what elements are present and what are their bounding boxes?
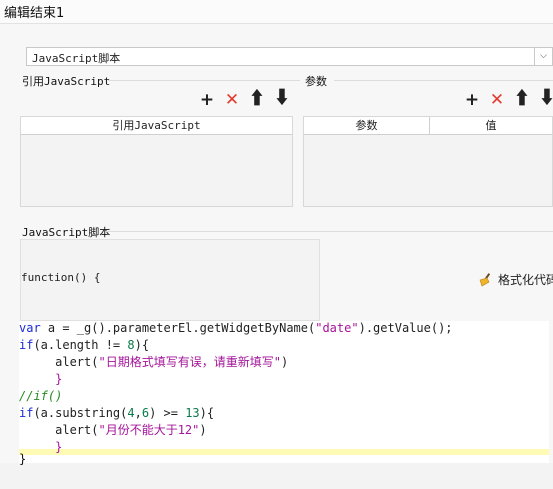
code-line[interactable]: var a = _g().parameterEl.getWidgetByName… bbox=[19, 320, 453, 337]
code-token: var bbox=[19, 321, 41, 335]
window-title: 编辑结束1 bbox=[4, 6, 65, 21]
params-divider bbox=[334, 80, 553, 81]
code-line[interactable]: //if() bbox=[19, 388, 62, 405]
script-editor-dialog: 编辑结束1 JavaScript脚本 ⌵ 引用JavaScript + ✕ 🠱 … bbox=[0, 0, 553, 489]
code-token: ) bbox=[280, 355, 289, 369]
code-token: ){ bbox=[134, 338, 150, 352]
add-icon[interactable]: + bbox=[462, 90, 482, 110]
script-divider bbox=[106, 231, 553, 232]
format-code-button[interactable]: 格式化代码 bbox=[478, 271, 553, 288]
code-line[interactable]: alert("月份不能大于12") bbox=[19, 422, 207, 439]
params-toolbar: + ✕ 🠱 🠳 bbox=[462, 89, 553, 111]
code-token: "月份不能大于12" bbox=[98, 423, 200, 437]
function-closing-brace: } bbox=[19, 452, 27, 466]
move-up-icon[interactable]: 🠱 bbox=[512, 89, 532, 110]
code-token: (a.substring( bbox=[33, 406, 128, 420]
param-column-header: 参数 bbox=[304, 117, 430, 134]
move-down-icon[interactable]: 🠳 bbox=[537, 89, 553, 110]
code-token: "日期格式填写有误，请重新填写" bbox=[98, 355, 281, 369]
chevron-down-icon[interactable]: ⌵ bbox=[534, 48, 552, 65]
params-section-label: 参数 bbox=[305, 75, 327, 88]
code-token: "date" bbox=[315, 321, 359, 335]
code-token: (a.length != bbox=[33, 338, 128, 352]
code-token: } bbox=[19, 372, 63, 386]
code-token: 13 bbox=[185, 406, 200, 420]
code-line[interactable]: alert("日期格式填写有误，请重新填写") bbox=[19, 354, 288, 371]
code-token: , bbox=[134, 406, 142, 420]
code-token: if bbox=[19, 338, 34, 352]
code-token: ) bbox=[199, 423, 207, 437]
code-line[interactable]: } bbox=[19, 371, 62, 388]
ref-js-toolbar: + ✕ 🠱 🠳 bbox=[197, 89, 292, 111]
title-bar: 编辑结束1 bbox=[0, 0, 553, 24]
function-header-box: function() { bbox=[20, 239, 320, 321]
code-token: ).getValue(); bbox=[358, 321, 453, 335]
code-token: ){ bbox=[199, 406, 215, 420]
code-token: 8 bbox=[127, 338, 135, 352]
ref-js-divider bbox=[108, 80, 300, 81]
code-token: alert( bbox=[19, 423, 99, 437]
code-token: if bbox=[19, 406, 34, 420]
add-icon[interactable]: + bbox=[197, 90, 217, 110]
format-code-label: 格式化代码 bbox=[498, 273, 553, 287]
code-token: alert( bbox=[19, 355, 99, 369]
params-table-header: 参数 值 bbox=[304, 117, 552, 135]
ref-js-list-header: 引用JavaScript bbox=[21, 117, 292, 135]
delete-icon[interactable]: ✕ bbox=[487, 90, 507, 110]
delete-icon[interactable]: ✕ bbox=[222, 90, 242, 110]
code-line[interactable]: if(a.substring(4,6) >= 13){ bbox=[19, 405, 214, 422]
script-section-label: JavaScript脚本 bbox=[22, 226, 111, 239]
code-token: a = _g().parameterEl.getWidgetByName( bbox=[40, 321, 316, 335]
code-token: ) >= bbox=[149, 406, 186, 420]
function-header: function() { bbox=[21, 271, 101, 284]
code-line[interactable]: if(a.length != 8){ bbox=[19, 337, 149, 354]
ref-js-section-label: 引用JavaScript bbox=[22, 75, 111, 88]
value-column-header: 值 bbox=[485, 119, 497, 132]
current-line-highlight bbox=[19, 449, 549, 455]
dialog-footer bbox=[0, 463, 553, 489]
ref-js-list[interactable]: 引用JavaScript bbox=[20, 116, 293, 207]
script-type-value: JavaScript脚本 bbox=[32, 52, 121, 65]
ref-js-column-header: 引用JavaScript bbox=[112, 119, 201, 132]
code-editor[interactable]: var a = _g().parameterEl.getWidgetByName… bbox=[19, 321, 549, 463]
params-table[interactable]: 参数 值 bbox=[303, 116, 553, 207]
code-token: 6 bbox=[141, 406, 150, 420]
move-up-icon[interactable]: 🠱 bbox=[247, 89, 267, 110]
broom-icon bbox=[478, 272, 494, 287]
move-down-icon[interactable]: 🠳 bbox=[272, 89, 292, 110]
script-type-select[interactable]: JavaScript脚本 ⌵ bbox=[26, 47, 553, 66]
code-token: //if() bbox=[19, 389, 63, 403]
code-token: 4 bbox=[127, 406, 135, 420]
